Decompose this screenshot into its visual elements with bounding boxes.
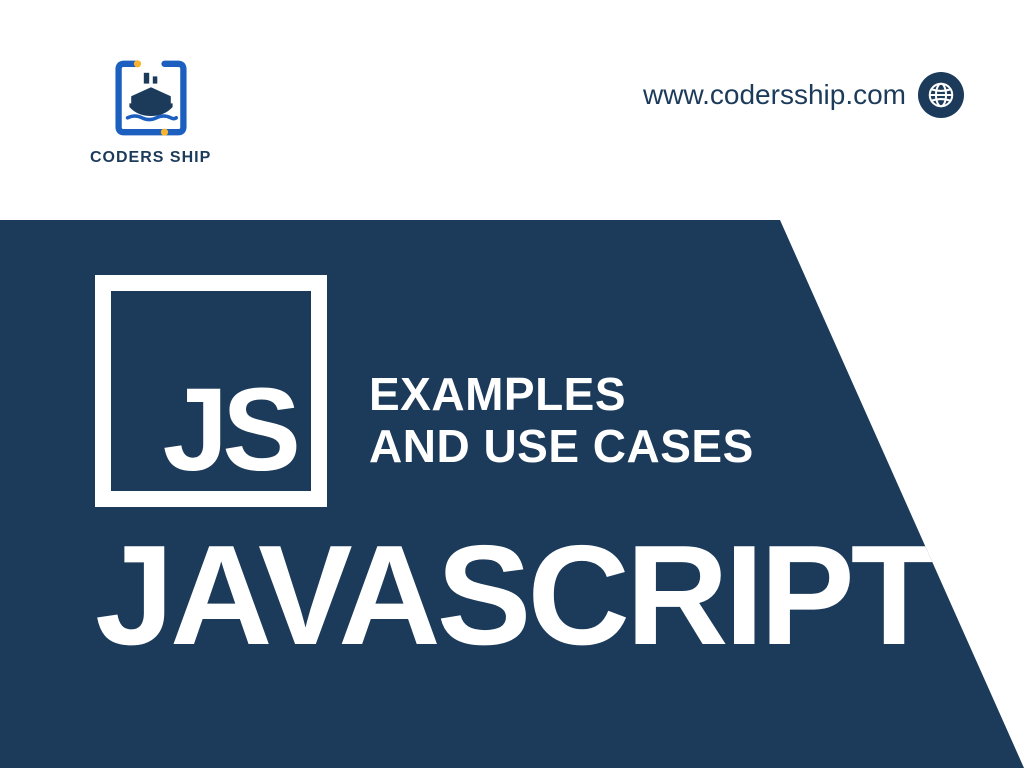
- hero-title: JAVASCRIPT: [95, 525, 933, 667]
- hero-subtitle: EXAMPLES AND USE CASES: [369, 369, 754, 472]
- js-logo-text: JS: [163, 371, 295, 489]
- ship-logo-icon: [106, 53, 196, 143]
- subtitle-line-2: AND USE CASES: [369, 421, 754, 473]
- hero-top-row: JS EXAMPLES AND USE CASES: [95, 275, 933, 507]
- website-url: www.codersship.com: [643, 72, 964, 118]
- url-text: www.codersship.com: [643, 79, 906, 111]
- globe-icon: [918, 72, 964, 118]
- hero-content: JS EXAMPLES AND USE CASES JAVASCRIPT: [95, 275, 933, 667]
- js-logo-box: JS: [95, 275, 327, 507]
- hero-panel: JS EXAMPLES AND USE CASES JAVASCRIPT: [0, 220, 1024, 768]
- brand-logo: CODERS SHIP: [90, 53, 211, 167]
- brand-name: CODERS SHIP: [90, 149, 211, 167]
- header: CODERS SHIP www.codersship.com: [0, 0, 1024, 220]
- subtitle-line-1: EXAMPLES: [369, 369, 754, 421]
